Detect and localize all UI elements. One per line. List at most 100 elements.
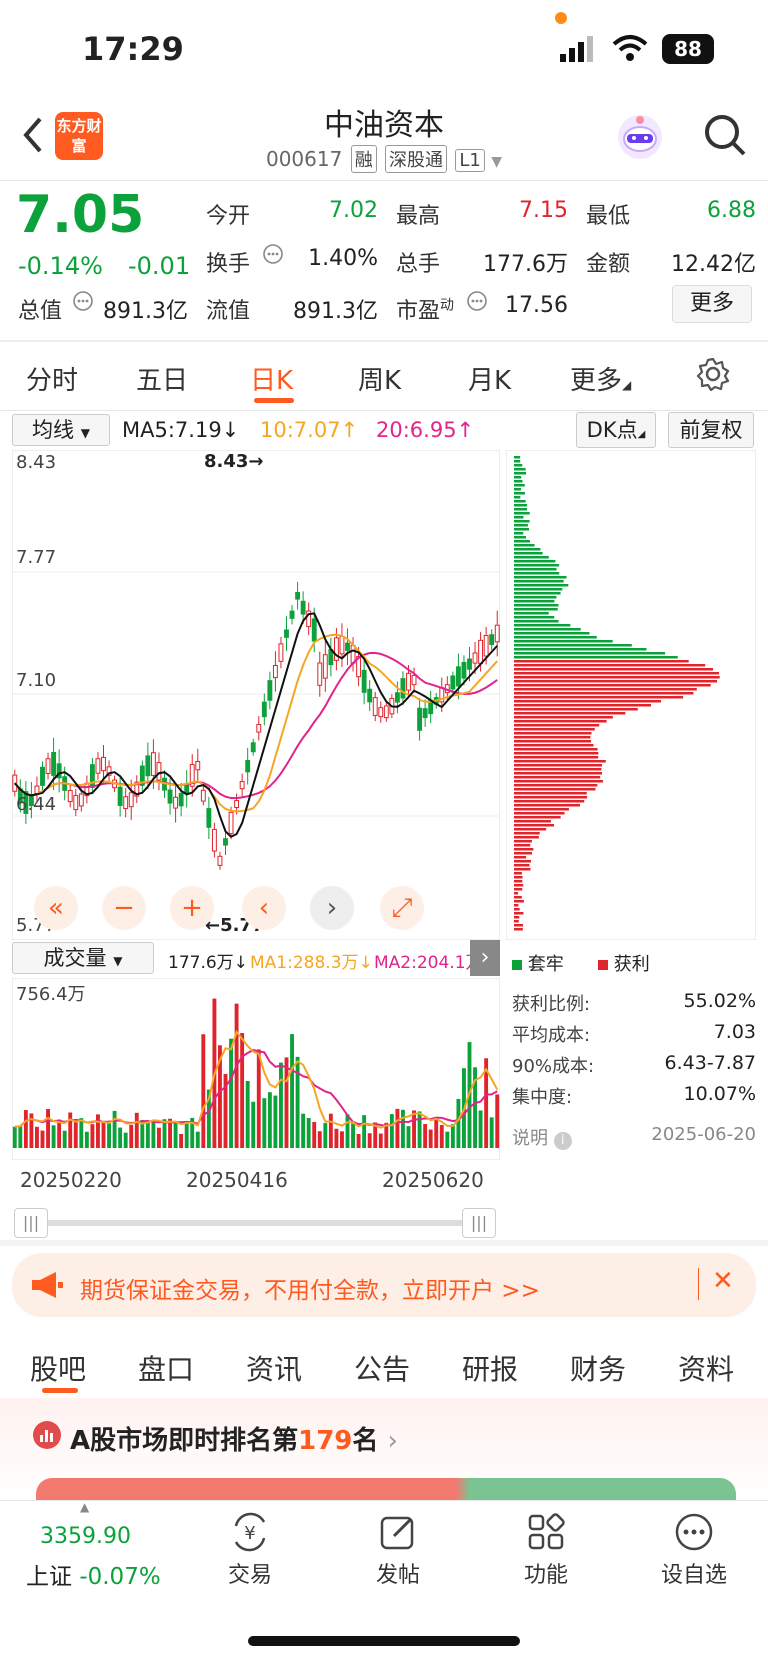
tab-5day[interactable]: 五日 (136, 360, 188, 397)
chip-distribution-chart (506, 450, 756, 940)
tab-announcements[interactable]: 公告 (354, 1348, 410, 1388)
chip-bar (514, 680, 718, 683)
chip-bar (514, 500, 526, 503)
volume-bar (23, 1110, 28, 1148)
divider (0, 410, 768, 411)
expand-arrow-icon[interactable]: › (470, 940, 500, 976)
post-button[interactable]: 发帖 (358, 1557, 438, 1589)
chip-bar (514, 636, 597, 639)
trade-button[interactable]: 交易 (210, 1557, 290, 1589)
more-info-icon[interactable] (72, 290, 94, 312)
chip-bar (514, 744, 594, 747)
chip-bar (514, 792, 587, 795)
volume-ma2: MA2:204.1万 (374, 953, 470, 973)
volume-bar (456, 1098, 461, 1148)
range-slider-left-handle[interactable]: ||| (14, 1208, 48, 1238)
concentration-value: 10.07% (683, 1083, 756, 1105)
assistant-robot-icon[interactable] (615, 112, 665, 162)
more-info-icon[interactable] (262, 243, 284, 265)
chip-bar (514, 788, 596, 791)
add-watchlist-button[interactable]: 设自选 (650, 1557, 738, 1589)
kline-chart[interactable] (12, 450, 500, 940)
prev-button[interactable]: ‹ (242, 886, 286, 930)
chevron-right-icon: › (387, 1426, 398, 1456)
volume-bar (157, 1127, 161, 1148)
high-label: 最高 (396, 204, 441, 229)
mcap-value: 891.3亿 (103, 299, 188, 324)
range-slider-right-handle[interactable]: ||| (462, 1208, 496, 1238)
index-quote[interactable]: 上证 -0.07% (26, 1557, 161, 1591)
chip-bar (514, 464, 523, 467)
candle-body (117, 786, 123, 806)
volume-bar (12, 1126, 17, 1148)
chip-bar (514, 508, 528, 511)
date-end: 20250620 (382, 1168, 484, 1192)
ranking-text[interactable]: A股市场即时排名第179名 › (70, 1420, 398, 1457)
volume-bar (412, 1110, 416, 1148)
tab-weekly-k[interactable]: 周K (358, 360, 401, 397)
chip-bar (514, 764, 602, 767)
candle-body (73, 795, 79, 811)
chip-bar (514, 800, 585, 803)
collapse-arrow-icon[interactable]: ▲ (80, 1500, 89, 1514)
search-icon[interactable] (702, 112, 748, 158)
concentration-label: 集中度: (512, 1087, 573, 1108)
cost90-value: 6.43-7.87 (664, 1052, 756, 1074)
tab-research[interactable]: 研报 (462, 1348, 518, 1388)
close-icon[interactable]: ✕ (712, 1266, 734, 1296)
active-tab-indicator (254, 398, 294, 403)
candle-body (173, 796, 179, 809)
chip-bar (514, 496, 521, 499)
price-axis-3: 7.10 (16, 670, 57, 691)
settings-gear-icon[interactable] (696, 357, 730, 391)
zoom-out-far-button[interactable]: « (34, 886, 78, 930)
functions-button[interactable]: 功能 (506, 1557, 586, 1589)
chip-bar (514, 672, 720, 675)
candle-body (295, 592, 301, 600)
chip-note[interactable]: 说明 i (512, 1124, 572, 1150)
change-percent: -0.14% (18, 252, 103, 280)
tab-daily-k[interactable]: 日K (250, 360, 293, 397)
volume-bar (96, 1114, 100, 1148)
price-axis-4: 6.44 (16, 794, 57, 815)
tag-connect: 深股通 (385, 145, 448, 173)
chip-bar (514, 528, 530, 531)
tab-forum[interactable]: 股吧 (30, 1348, 86, 1388)
indicator-select[interactable]: 均线 ▼ (12, 414, 110, 446)
volume-indicator-select[interactable]: 成交量 ▼ (12, 942, 154, 974)
post-edit-icon (380, 1516, 414, 1550)
tab-profile[interactable]: 资料 (678, 1348, 734, 1388)
range-slider-track[interactable] (44, 1220, 464, 1226)
candle-body (250, 742, 256, 753)
tag-margin: 融 (350, 145, 377, 173)
adjust-button[interactable]: 前复权 (668, 412, 754, 448)
chip-bar (514, 660, 689, 663)
volume-bar (279, 1062, 283, 1148)
tab-news[interactable]: 资讯 (246, 1348, 302, 1388)
volume-bar (73, 1120, 78, 1148)
index-value[interactable]: 3359.90 (40, 1524, 131, 1549)
chip-bar (514, 628, 581, 631)
dk-point-button[interactable]: DK点◢ (576, 412, 656, 448)
volume-bar (478, 1110, 483, 1148)
candle-body (78, 793, 84, 807)
candle-body (128, 792, 134, 808)
next-button[interactable]: › (310, 886, 354, 930)
tab-finance[interactable]: 财务 (570, 1348, 626, 1388)
tab-intraday[interactable]: 分时 (26, 360, 78, 397)
promo-text[interactable]: 期货保证金交易，不用付全款，立即开户 >> (80, 1271, 540, 1305)
candle-body (278, 643, 284, 662)
zoom-out-button[interactable]: − (102, 886, 146, 930)
tab-more[interactable]: 更多◢ (570, 360, 631, 397)
more-info-icon[interactable] (466, 290, 488, 312)
chip-bar (514, 796, 588, 799)
chip-bar (514, 652, 666, 655)
volume-bar (112, 1110, 117, 1148)
chip-bar (514, 736, 591, 739)
more-button[interactable]: 更多 (672, 285, 752, 323)
tab-monthly-k[interactable]: 月K (468, 360, 511, 397)
fullscreen-button[interactable]: ⤢ (380, 886, 424, 930)
candle-body (67, 790, 73, 803)
tab-orderbook[interactable]: 盘口 (138, 1348, 194, 1388)
zoom-in-button[interactable]: + (170, 886, 214, 930)
